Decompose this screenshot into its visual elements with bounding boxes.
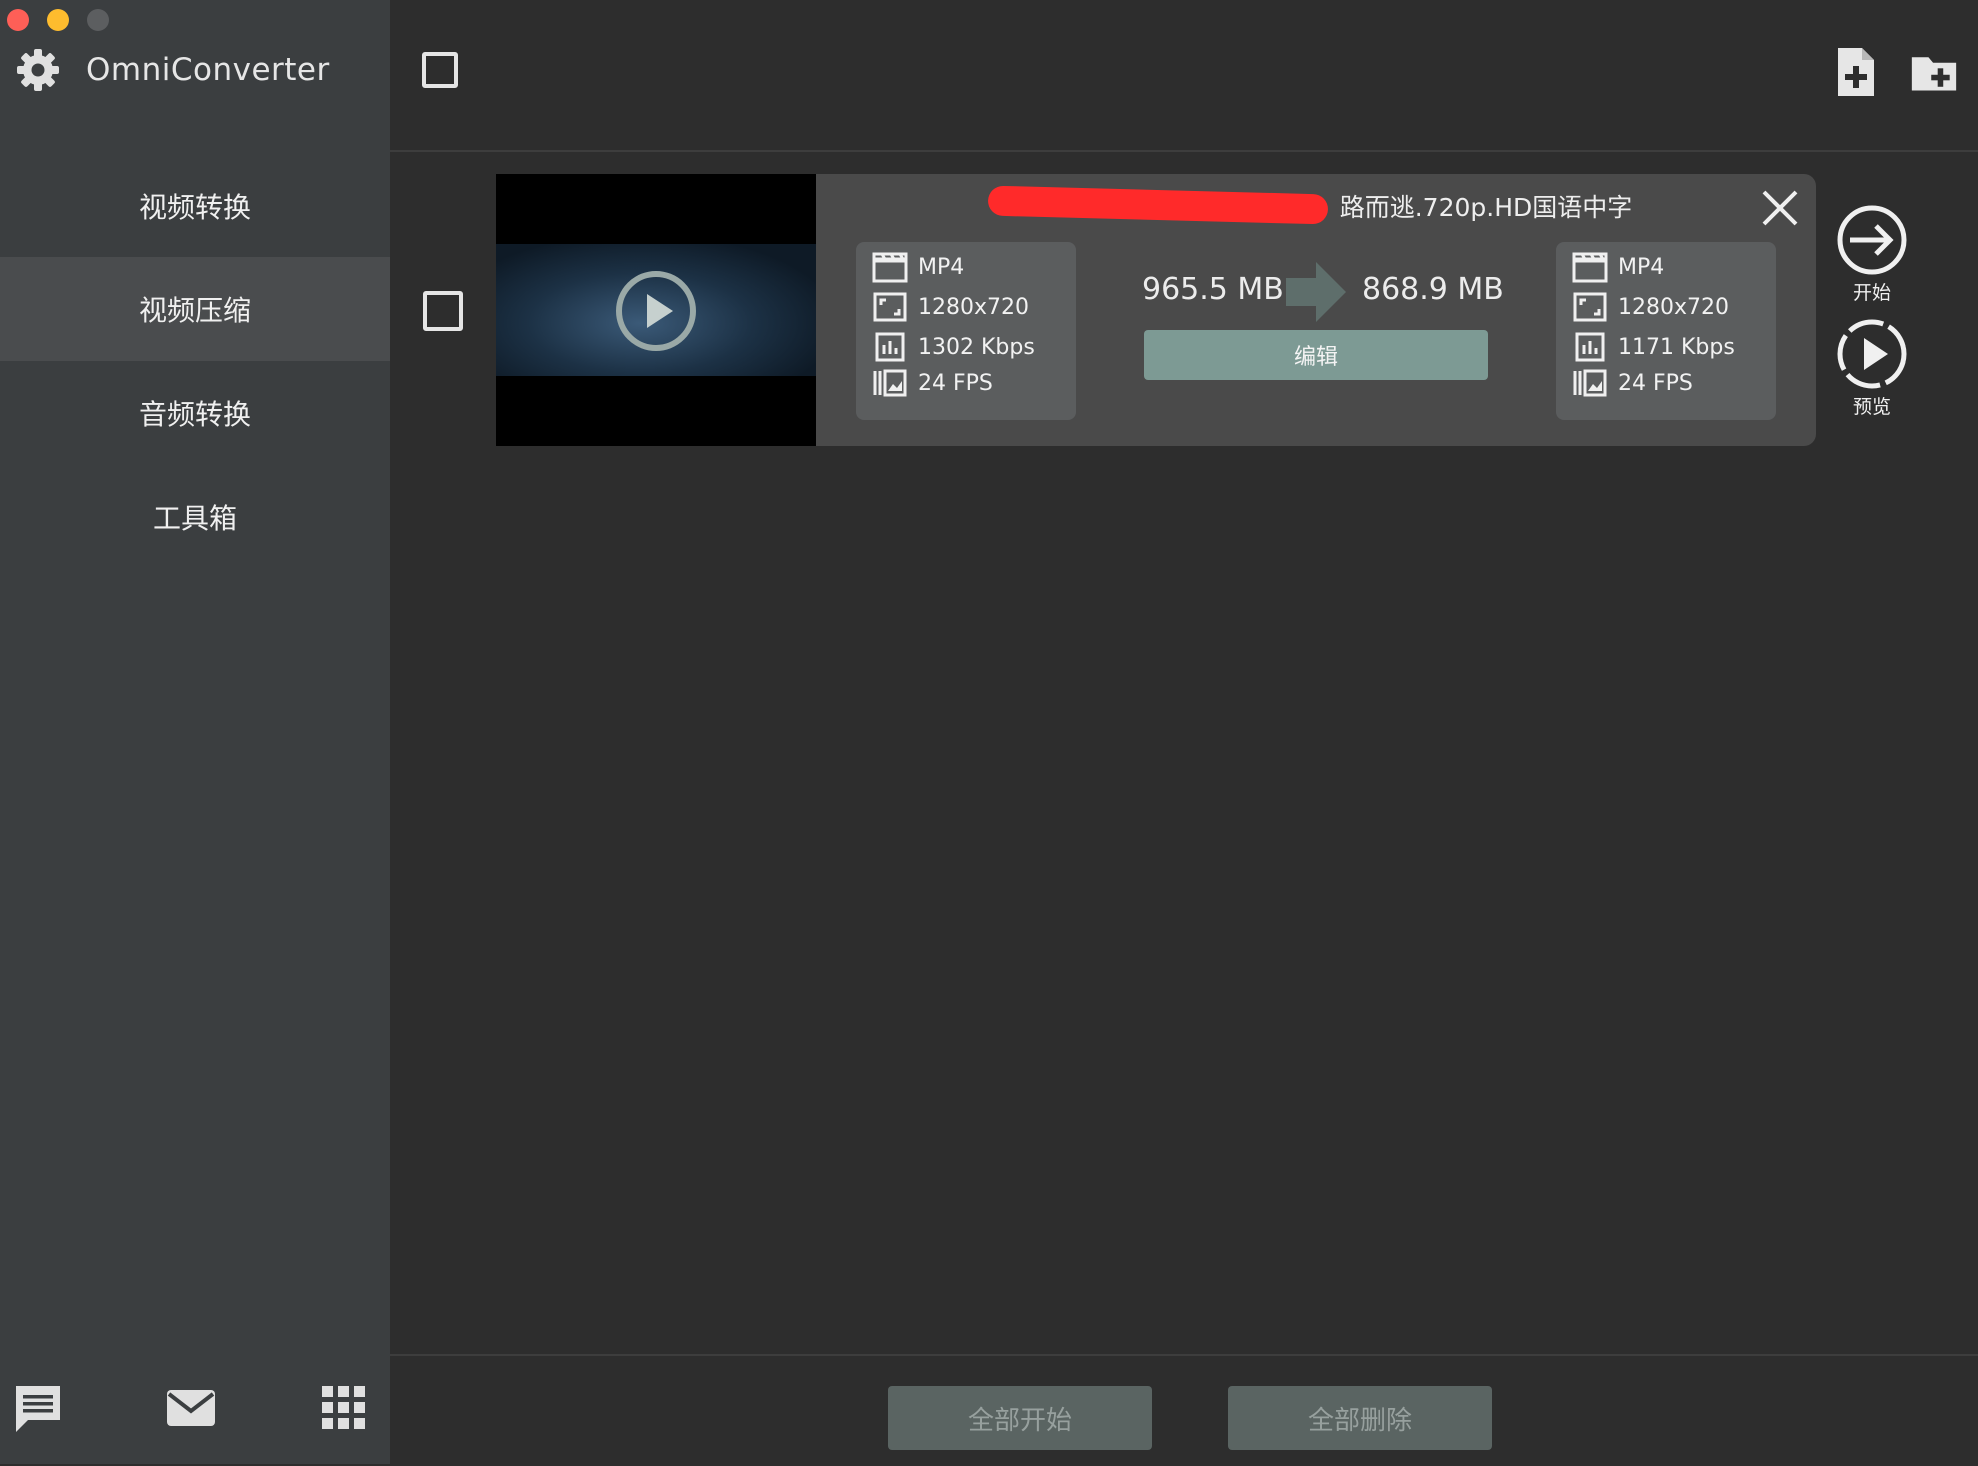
sidebar-item-label: 视频压缩 xyxy=(138,294,251,327)
source-format: MP4 xyxy=(872,250,964,284)
resolution-icon xyxy=(1573,292,1607,322)
gear-icon[interactable] xyxy=(14,46,62,94)
app-title: OmniConverter xyxy=(86,52,330,88)
sidebar-footer xyxy=(0,1360,390,1464)
source-bitrate: 1302 Kbps xyxy=(872,330,1035,364)
arrow-right-icon xyxy=(1286,262,1346,322)
source-fps: 24 FPS xyxy=(872,366,993,400)
output-bitrate: 1171 Kbps xyxy=(1572,330,1735,364)
filename-text: 路而逃.720p.HD国语中字 xyxy=(1339,193,1633,222)
grid-icon[interactable] xyxy=(316,1380,372,1436)
sidebar-item-video-convert[interactable]: 视频转换 xyxy=(0,154,390,258)
output-resolution: 1280x720 xyxy=(1572,290,1729,324)
clapper-icon xyxy=(872,252,908,283)
sidebar-item-label: 工具箱 xyxy=(152,502,237,535)
preview-label: 预览 xyxy=(1852,396,1891,418)
output-fps: 24 FPS xyxy=(1572,366,1693,400)
file-card: 路而逃.720p.HD国语中字 MP4 1280x720 1302 Kbps 2… xyxy=(496,174,1816,446)
sidebar-item-label: 音频转换 xyxy=(138,398,251,431)
video-thumbnail[interactable] xyxy=(496,174,816,446)
start-button[interactable]: 开始 xyxy=(1836,204,1908,305)
footer-bar: 全部开始 全部删除 xyxy=(390,1354,1978,1466)
toolbar xyxy=(390,0,1978,152)
output-size: 868.9 MB xyxy=(1362,272,1504,307)
source-info: MP4 1280x720 1302 Kbps 24 FPS xyxy=(856,242,1076,420)
preview-play-icon xyxy=(1837,319,1907,389)
item-checkbox[interactable] xyxy=(423,291,463,331)
edit-button[interactable]: 编辑 xyxy=(1144,330,1488,380)
input-size: 965.5 MB xyxy=(1142,272,1284,307)
source-resolution: 1280x720 xyxy=(872,290,1029,324)
resolution-icon xyxy=(873,292,907,322)
frames-icon xyxy=(873,369,907,397)
output-info: MP4 1280x720 1171 Kbps 24 FPS xyxy=(1556,242,1776,420)
select-all-checkbox[interactable] xyxy=(422,52,458,88)
add-file-icon[interactable] xyxy=(1832,46,1880,98)
add-folder-icon[interactable] xyxy=(1910,46,1958,98)
window-close-button[interactable] xyxy=(7,9,29,31)
close-icon[interactable] xyxy=(1760,188,1800,228)
sidebar: OmniConverter 视频转换 视频压缩 音频转换 工具箱 xyxy=(0,0,390,1464)
sidebar-item-toolbox[interactable]: 工具箱 xyxy=(0,465,390,569)
play-icon[interactable] xyxy=(615,270,697,352)
window-minimize-button[interactable] xyxy=(47,9,69,31)
mail-icon[interactable] xyxy=(163,1380,219,1436)
clapper-icon xyxy=(1572,252,1608,283)
frames-icon xyxy=(1573,369,1607,397)
start-all-button[interactable]: 全部开始 xyxy=(888,1386,1152,1450)
output-format: MP4 xyxy=(1572,250,1664,284)
bitrate-icon xyxy=(1575,332,1605,362)
bitrate-icon xyxy=(875,332,905,362)
delete-all-button[interactable]: 全部删除 xyxy=(1228,1386,1492,1450)
app-header: OmniConverter xyxy=(14,46,330,94)
chat-icon[interactable] xyxy=(10,1380,66,1436)
sidebar-item-label: 视频转换 xyxy=(138,191,251,224)
preview-button[interactable]: 预览 xyxy=(1836,318,1908,419)
start-label: 开始 xyxy=(1852,282,1891,304)
sidebar-item-audio-convert[interactable]: 音频转换 xyxy=(0,361,390,465)
window-zoom-button[interactable] xyxy=(87,9,109,31)
arrow-circle-icon xyxy=(1837,205,1907,275)
sidebar-item-video-compress[interactable]: 视频压缩 xyxy=(0,257,390,361)
